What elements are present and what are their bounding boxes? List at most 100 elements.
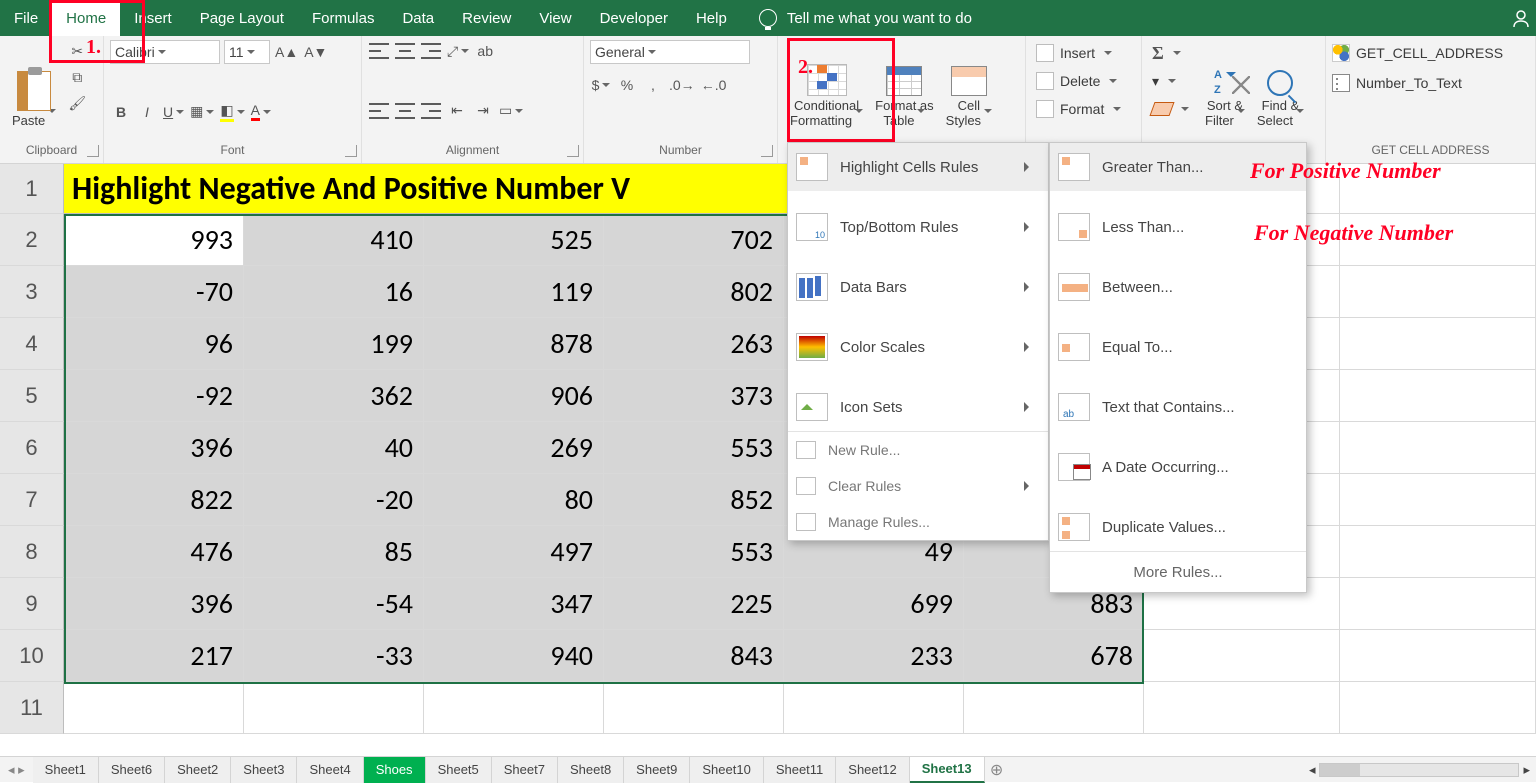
align-right-button[interactable] xyxy=(420,100,442,122)
menu-icon-sets[interactable]: Icon Sets xyxy=(788,383,1048,431)
scroll-left-button[interactable]: ◂ xyxy=(1309,762,1316,778)
tab-data[interactable]: Data xyxy=(388,0,448,36)
fill-button[interactable]: ▾ xyxy=(1148,68,1180,94)
tab-help[interactable]: Help xyxy=(682,0,741,36)
sheet-tab[interactable]: Sheet10 xyxy=(690,757,763,783)
tab-review[interactable]: Review xyxy=(448,0,525,36)
number-dialog-launcher[interactable] xyxy=(761,145,773,157)
align-middle-button[interactable] xyxy=(394,40,416,62)
row-header[interactable]: 11 xyxy=(0,682,64,734)
cell[interactable]: 497 xyxy=(424,526,604,578)
cell[interactable]: 993 xyxy=(64,214,244,266)
cell[interactable]: 269 xyxy=(424,422,604,474)
align-center-button[interactable] xyxy=(394,100,416,122)
cell[interactable] xyxy=(1340,630,1536,682)
cell[interactable]: 217 xyxy=(64,630,244,682)
clear-button[interactable] xyxy=(1148,96,1193,122)
cell[interactable] xyxy=(604,682,784,734)
delete-cells-button[interactable]: Delete xyxy=(1032,68,1121,94)
row-header[interactable]: 1 xyxy=(0,164,64,214)
cell[interactable] xyxy=(1340,474,1536,526)
sheet-nav[interactable]: ◂ ▸ xyxy=(0,762,33,778)
increase-indent-button[interactable]: ⇥ xyxy=(472,100,494,122)
cell[interactable] xyxy=(1340,266,1536,318)
menu-equal-to[interactable]: Equal To... xyxy=(1050,323,1306,371)
cell[interactable]: 843 xyxy=(604,630,784,682)
new-sheet-button[interactable]: ⊕ xyxy=(985,760,1009,780)
menu-more-rules[interactable]: More Rules... xyxy=(1050,552,1306,592)
conditional-formatting-button[interactable]: Conditional Formatting xyxy=(784,40,869,130)
row-header[interactable]: 6 xyxy=(0,422,64,474)
cell[interactable]: 702 xyxy=(604,214,784,266)
menu-date-occurring[interactable]: A Date Occurring... xyxy=(1050,443,1306,491)
font-size-select[interactable]: 11 xyxy=(224,40,270,64)
cell[interactable]: 85 xyxy=(244,526,424,578)
scroll-right-button[interactable]: ▸ xyxy=(1523,762,1530,778)
addin-get-cell-address[interactable]: GET_CELL_ADDRESS xyxy=(1332,40,1503,66)
copy-button[interactable]: ⧉ xyxy=(66,66,88,88)
sheet-tab[interactable]: Shoes xyxy=(364,757,426,783)
merge-center-button[interactable]: ▭ xyxy=(498,100,524,122)
cell[interactable] xyxy=(1340,422,1536,474)
cell[interactable]: -54 xyxy=(244,578,424,630)
cell[interactable]: 553 xyxy=(604,526,784,578)
cell[interactable] xyxy=(64,682,244,734)
horizontal-scrollbar[interactable] xyxy=(1319,763,1519,777)
menu-text-contains[interactable]: Text that Contains... xyxy=(1050,383,1306,431)
cell[interactable] xyxy=(1340,318,1536,370)
cell[interactable]: 347 xyxy=(424,578,604,630)
increase-decimal-button[interactable]: .0→ xyxy=(668,74,696,96)
cell[interactable] xyxy=(1340,526,1536,578)
cell[interactable]: 40 xyxy=(244,422,424,474)
fill-color-button[interactable]: ◧ xyxy=(219,101,245,123)
cell[interactable]: 699 xyxy=(784,578,964,630)
row-header[interactable]: 3 xyxy=(0,266,64,318)
menu-highlight-cells-rules[interactable]: Highlight Cells Rules xyxy=(788,143,1048,191)
cell[interactable] xyxy=(784,682,964,734)
cell[interactable] xyxy=(1340,578,1536,630)
find-select-button[interactable]: Find & Select xyxy=(1251,40,1310,130)
align-top-button[interactable] xyxy=(368,40,390,62)
sheet-tab[interactable]: Sheet1 xyxy=(33,757,99,783)
cell[interactable]: 940 xyxy=(424,630,604,682)
percent-format-button[interactable]: % xyxy=(616,74,638,96)
decrease-indent-button[interactable]: ⇤ xyxy=(446,100,468,122)
cell[interactable]: 906 xyxy=(424,370,604,422)
bold-button[interactable]: B xyxy=(110,101,132,123)
cell[interactable]: -70 xyxy=(64,266,244,318)
wrap-text-button[interactable]: ab xyxy=(474,40,496,62)
row-header[interactable]: 2 xyxy=(0,214,64,266)
row-header[interactable]: 4 xyxy=(0,318,64,370)
menu-between[interactable]: Between... xyxy=(1050,263,1306,311)
format-painter-button[interactable]: 🖌 xyxy=(66,92,88,114)
alignment-dialog-launcher[interactable] xyxy=(567,145,579,157)
format-as-table-button[interactable]: Format as Table xyxy=(869,40,940,130)
menu-new-rule[interactable]: New Rule... xyxy=(788,432,1048,468)
cell[interactable]: 396 xyxy=(64,578,244,630)
cell[interactable]: 802 xyxy=(604,266,784,318)
cell[interactable]: -33 xyxy=(244,630,424,682)
cell[interactable]: 16 xyxy=(244,266,424,318)
menu-manage-rules[interactable]: Manage Rules... xyxy=(788,504,1048,540)
menu-data-bars[interactable]: Data Bars xyxy=(788,263,1048,311)
sheet-tab[interactable]: Sheet9 xyxy=(624,757,690,783)
tab-view[interactable]: View xyxy=(525,0,585,36)
cell[interactable]: 96 xyxy=(64,318,244,370)
cell[interactable]: 362 xyxy=(244,370,424,422)
cell[interactable]: 225 xyxy=(604,578,784,630)
decrease-font-button[interactable]: A▼ xyxy=(303,41,328,63)
number-format-select[interactable]: General xyxy=(590,40,750,64)
menu-clear-rules[interactable]: Clear Rules xyxy=(788,468,1048,504)
sheet-tab[interactable]: Sheet6 xyxy=(99,757,165,783)
row-header[interactable]: 5 xyxy=(0,370,64,422)
font-name-select[interactable]: Calibri xyxy=(110,40,220,64)
menu-duplicate-values[interactable]: Duplicate Values... xyxy=(1050,503,1306,551)
tab-file[interactable]: File xyxy=(0,0,52,36)
cell[interactable]: 878 xyxy=(424,318,604,370)
sheet-tab[interactable]: Sheet7 xyxy=(492,757,558,783)
tab-page-layout[interactable]: Page Layout xyxy=(186,0,298,36)
cut-button[interactable]: ✂ xyxy=(66,40,88,62)
menu-color-scales[interactable]: Color Scales xyxy=(788,323,1048,371)
italic-button[interactable]: I xyxy=(136,101,158,123)
tab-home[interactable]: Home xyxy=(52,0,120,36)
